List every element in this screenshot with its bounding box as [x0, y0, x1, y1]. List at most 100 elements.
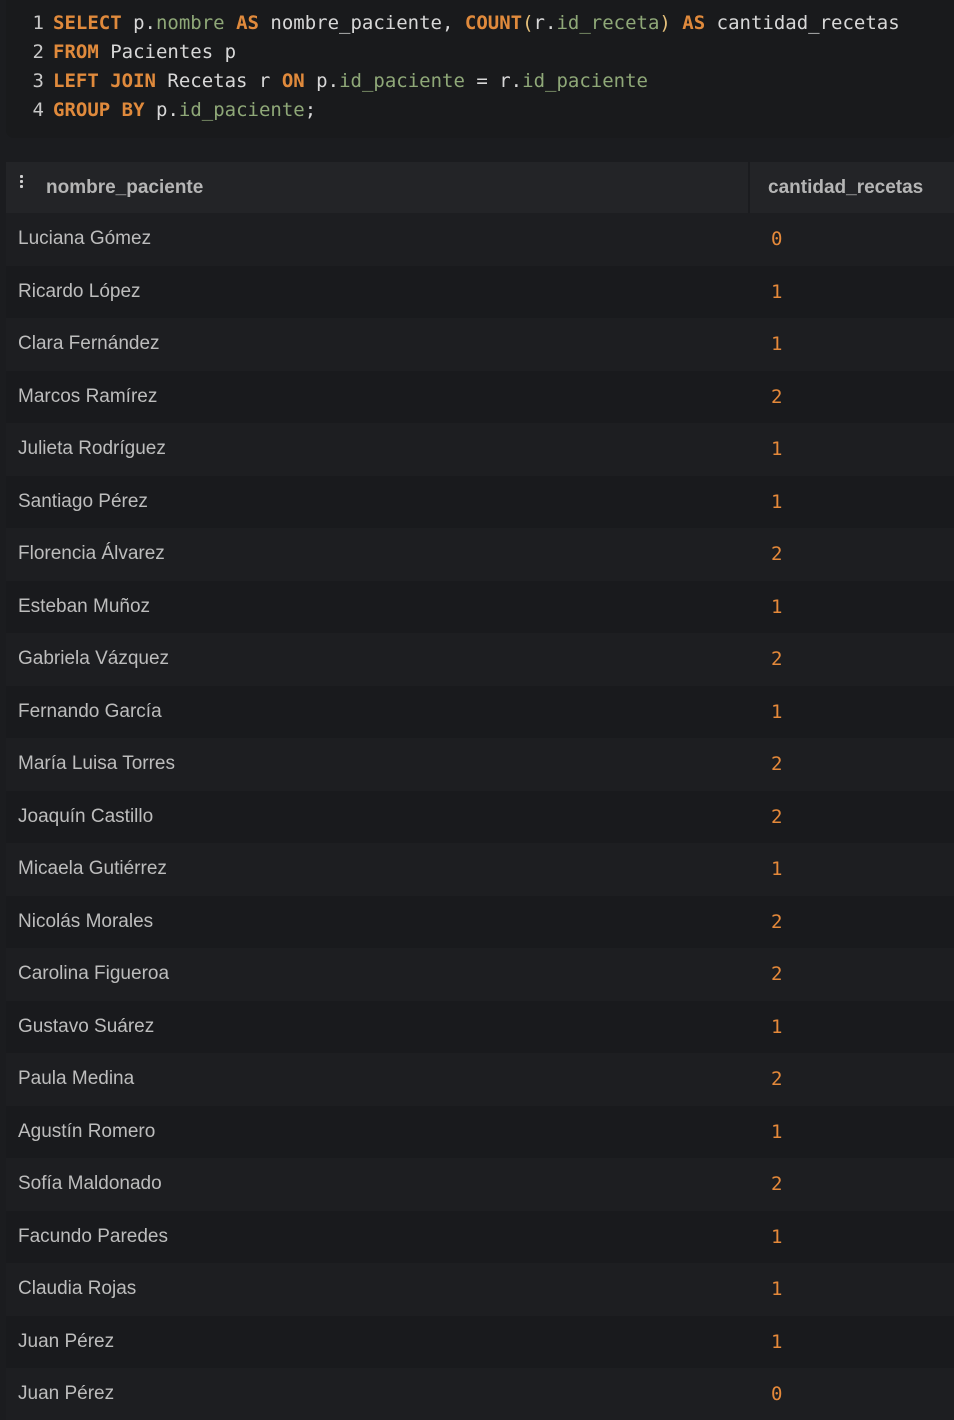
sql-token: cantidad_recetas [705, 12, 900, 34]
code-line[interactable]: 4 GROUP BY p.id_paciente; [6, 96, 317, 125]
table-row[interactable]: Clara Fernández 1 [6, 318, 954, 371]
table-row[interactable]: Santiago Pérez 1 [6, 475, 954, 529]
cell-nombre-paciente[interactable]: Paula Medina [18, 1053, 134, 1106]
line-number: 1 [32, 12, 44, 34]
cell-cantidad-recetas[interactable]: 2 [771, 633, 782, 686]
sql-token: Pacientes p [98, 41, 237, 63]
cell-cantidad-recetas[interactable]: 2 [771, 738, 782, 791]
cell-nombre-paciente[interactable]: Sofía Maldonado [18, 1158, 162, 1211]
sql-keyword: GROUP [53, 99, 111, 121]
cell-cantidad-recetas[interactable]: 2 [771, 948, 782, 1001]
column-header-nombre-paciente[interactable]: nombre_paciente [46, 162, 203, 213]
cell-nombre-paciente[interactable]: Julieta Rodríguez [18, 423, 166, 476]
cell-cantidad-recetas[interactable]: 1 [771, 1106, 782, 1159]
table-row[interactable]: Luciana Gómez 0 [6, 213, 954, 266]
sql-column-ref: id_paciente [178, 99, 305, 121]
table-row[interactable]: Agustín Romero 1 [6, 1105, 954, 1159]
cell-cantidad-recetas[interactable]: 1 [771, 1211, 782, 1264]
cell-cantidad-recetas[interactable]: 2 [771, 1053, 782, 1106]
cell-cantidad-recetas[interactable]: 1 [771, 1001, 782, 1054]
cell-nombre-paciente[interactable]: Gabriela Vázquez [18, 633, 169, 686]
table-row[interactable]: Carolina Figueroa 2 [6, 948, 954, 1001]
sql-keyword: COUNT [464, 12, 523, 34]
code-line[interactable]: 3 LEFT JOIN Recetas r ON p.id_paciente = … [6, 67, 648, 96]
sql-token: p [304, 70, 328, 92]
cell-cantidad-recetas[interactable]: 1 [771, 686, 782, 739]
sql-token: . [144, 12, 156, 34]
column-divider[interactable] [748, 162, 750, 213]
line-number: 4 [32, 99, 44, 121]
cell-cantidad-recetas[interactable]: 1 [771, 1263, 782, 1316]
cell-nombre-paciente[interactable]: Micaela Gutiérrez [18, 843, 167, 896]
column-header-cantidad-recetas[interactable]: cantidad_recetas [768, 162, 923, 213]
cell-cantidad-recetas[interactable]: 1 [771, 843, 782, 896]
table-row[interactable]: Gabriela Vázquez 2 [6, 633, 954, 686]
cell-nombre-paciente[interactable]: Joaquín Castillo [18, 791, 153, 844]
table-row[interactable]: Ricardo López 1 [6, 265, 954, 319]
cell-nombre-paciente[interactable]: Florencia Álvarez [18, 528, 165, 581]
cell-nombre-paciente[interactable]: Santiago Pérez [18, 476, 148, 529]
table-row[interactable]: Claudia Rojas 1 [6, 1263, 954, 1316]
table-row[interactable]: Joaquín Castillo 2 [6, 790, 954, 844]
results-header-row: nombre_paciente cantidad_recetas [6, 162, 954, 213]
cell-cantidad-recetas[interactable]: 2 [771, 896, 782, 949]
cell-nombre-paciente[interactable]: Marcos Ramírez [18, 371, 157, 424]
cell-cantidad-recetas[interactable]: 1 [771, 581, 782, 634]
sql-token: = r [464, 70, 511, 92]
cell-cantidad-recetas[interactable]: 2 [771, 1158, 782, 1211]
sql-keyword: JOIN [110, 70, 156, 92]
table-row[interactable]: Gustavo Suárez 1 [6, 1000, 954, 1054]
sql-column-ref: id_paciente [339, 70, 465, 92]
table-row[interactable]: Marcos Ramírez 2 [6, 370, 954, 424]
table-row[interactable]: Esteban Muñoz 1 [6, 580, 954, 634]
sql-token: . [510, 70, 523, 92]
sql-keyword: AS [682, 12, 706, 34]
cell-nombre-paciente[interactable]: Juan Pérez [18, 1316, 114, 1369]
table-row[interactable]: Julieta Rodríguez 1 [6, 423, 954, 476]
table-row[interactable]: Juan Pérez 1 [6, 1315, 954, 1369]
table-row[interactable]: Fernando García 1 [6, 685, 954, 739]
cell-cantidad-recetas[interactable]: 1 [771, 266, 782, 319]
code-line[interactable]: 1 SELECT p.nombre AS nombre_paciente, COU… [6, 9, 900, 38]
cell-nombre-paciente[interactable]: María Luisa Torres [18, 738, 175, 791]
cell-cantidad-recetas[interactable]: 2 [771, 528, 782, 581]
sql-token: ; [304, 99, 317, 121]
table-row[interactable]: María Luisa Torres 2 [6, 738, 954, 791]
cell-nombre-paciente[interactable]: Ricardo López [18, 266, 141, 319]
sql-editor[interactable]: 1 SELECT p.nombre AS nombre_paciente, COU… [6, 0, 954, 138]
cell-nombre-paciente[interactable]: Agustín Romero [18, 1106, 155, 1159]
cell-cantidad-recetas[interactable]: 1 [771, 476, 782, 529]
table-row[interactable]: Sofía Maldonado 2 [6, 1158, 954, 1211]
cell-cantidad-recetas[interactable]: 2 [771, 791, 782, 844]
cell-nombre-paciente[interactable]: Carolina Figueroa [18, 948, 169, 1001]
table-row[interactable]: Florencia Álvarez 2 [6, 528, 954, 581]
table-row[interactable]: Facundo Paredes 1 [6, 1210, 954, 1264]
cell-nombre-paciente[interactable]: Facundo Paredes [18, 1211, 168, 1264]
cell-nombre-paciente[interactable]: Juan Pérez [18, 1368, 114, 1420]
sql-token: ( [522, 12, 534, 34]
table-row[interactable]: Micaela Gutiérrez 1 [6, 843, 954, 896]
cell-nombre-paciente[interactable]: Claudia Rojas [18, 1263, 136, 1316]
code-line[interactable]: 2 FROM Pacientes p [6, 38, 237, 67]
cell-cantidad-recetas[interactable]: 1 [771, 1316, 782, 1369]
table-row[interactable]: Nicolás Morales 2 [6, 895, 954, 949]
cell-cantidad-recetas[interactable]: 1 [771, 423, 782, 476]
cell-cantidad-recetas[interactable]: 0 [771, 213, 782, 266]
cell-nombre-paciente[interactable]: Gustavo Suárez [18, 1001, 154, 1054]
table-row[interactable]: Paula Medina 2 [6, 1053, 954, 1106]
table-row[interactable]: Juan Pérez 0 [6, 1368, 954, 1420]
sql-column-ref: id_paciente [522, 70, 648, 92]
sql-keyword: ON [281, 70, 305, 92]
line-number: 2 [32, 41, 44, 63]
cell-nombre-paciente[interactable]: Clara Fernández [18, 318, 160, 371]
cell-cantidad-recetas[interactable]: 1 [771, 318, 782, 371]
cell-cantidad-recetas[interactable]: 0 [771, 1368, 782, 1420]
cell-cantidad-recetas[interactable]: 2 [771, 371, 782, 424]
column-menu-icon[interactable] [20, 175, 24, 189]
cell-nombre-paciente[interactable]: Luciana Gómez [18, 213, 151, 266]
cell-nombre-paciente[interactable]: Fernando García [18, 686, 162, 739]
cell-nombre-paciente[interactable]: Nicolás Morales [18, 896, 153, 949]
cell-nombre-paciente[interactable]: Esteban Muñoz [18, 581, 150, 634]
